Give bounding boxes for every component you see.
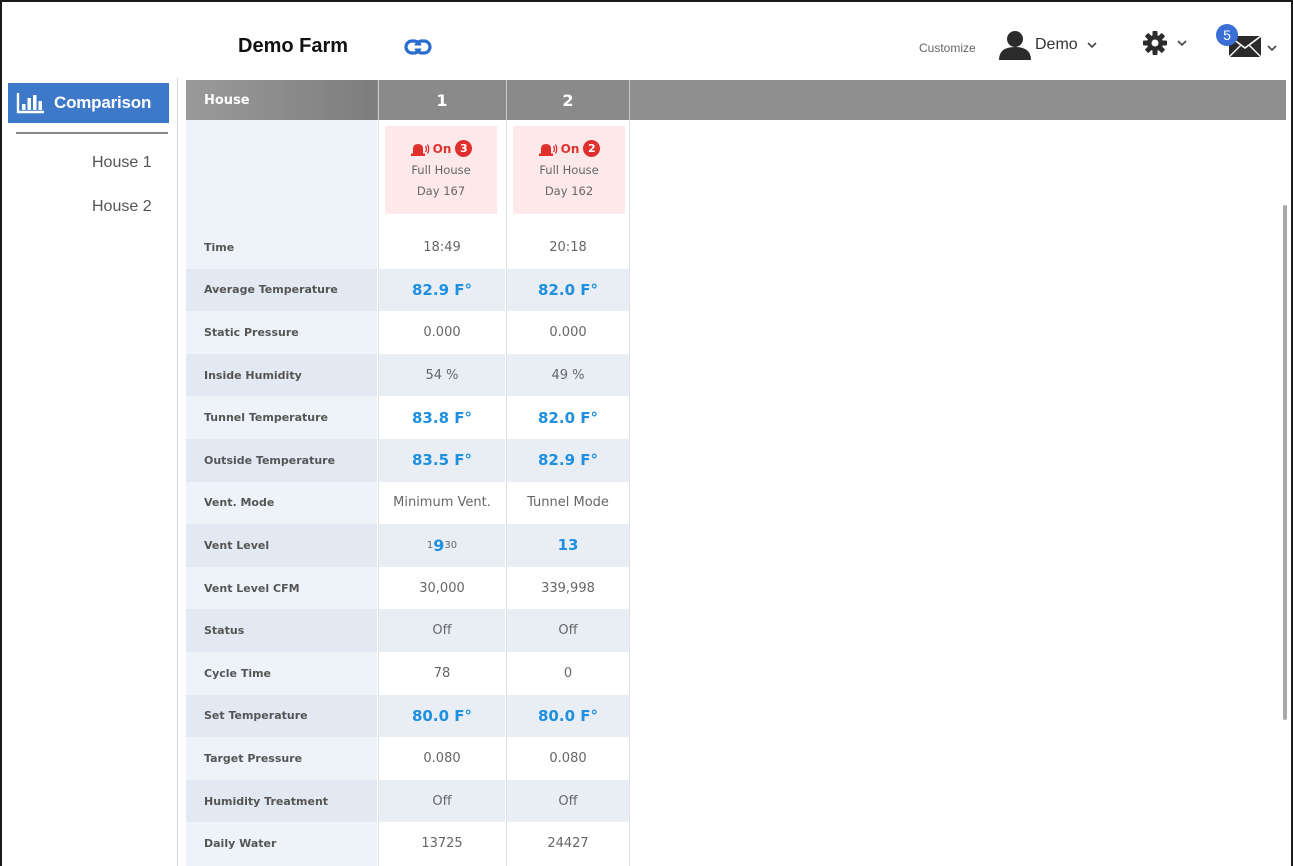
table-cell: Minimum Vent. [393, 495, 491, 511]
link-icon[interactable] [404, 38, 432, 56]
alarm-indicator: On 2 [513, 140, 625, 157]
table-cell: 30,000 [419, 580, 465, 596]
sidebar-item-house-2[interactable]: House 2 [92, 198, 152, 216]
row-label: Vent Level [186, 524, 377, 567]
growth-day: Day 162 [544, 184, 594, 198]
house-mode: Full House [539, 163, 599, 177]
app-frame: Demo Farm Customize Demo 5 Comparison Ho… [0, 0, 1293, 866]
table-cell: 83.8 F° [412, 408, 472, 427]
alarm-status: On [560, 141, 580, 156]
row-label: Inside Humidity [186, 353, 377, 397]
settings-menu[interactable] [1142, 30, 1188, 56]
row-label: Vent. Mode [204, 496, 275, 510]
customize-link[interactable]: Customize [919, 41, 976, 55]
column-header-house-1[interactable]: 1 [378, 80, 505, 120]
table-cell: 339,998 [541, 580, 595, 596]
table-cell: Tunnel Mode [527, 495, 609, 511]
table-cell: 80.0 F° [379, 694, 505, 738]
table-cell: 0.080 [549, 750, 587, 766]
table-cell: Off [379, 779, 505, 823]
chevron-down-icon [1267, 45, 1277, 52]
growth-day: Day 167 [416, 184, 466, 198]
table-cell: 1 9 30 [379, 524, 505, 567]
chevron-down-icon [1087, 42, 1097, 49]
sidebar-item-house-1[interactable]: House 1 [92, 154, 152, 172]
row-label: Set Temperature [186, 694, 377, 738]
table-cell: 78 [433, 665, 451, 681]
row-label: Daily Water [204, 837, 277, 851]
farm-title: Demo Farm [238, 35, 349, 57]
gear-icon [1143, 31, 1167, 55]
bar-chart-icon [16, 93, 44, 114]
alarm-siren-icon [410, 143, 430, 156]
table-cell: Off [379, 609, 505, 652]
top-bar: Demo Farm Customize Demo 5 [2, 2, 1291, 78]
comparison-table: House 1 2 Time Average Temperature Static … [186, 80, 1291, 866]
row-label: Target Pressure [204, 751, 303, 765]
table-cell: 82.0 F° [507, 268, 629, 312]
row-label: Vent Level CFM [204, 581, 300, 595]
user-icon [999, 31, 1031, 60]
row-label: Status [186, 609, 377, 652]
row-label: Outside Temperature [186, 439, 377, 482]
row-label: Tunnel Temperature [204, 411, 328, 425]
house-1-column: On 3 Full House Day 167 18:49 82.9 F° 0.00… [378, 120, 505, 866]
row-label: Static Pressure [204, 325, 299, 339]
vent-level-max: 30 [444, 539, 458, 551]
table-cell: 0 [563, 665, 573, 681]
table-cell: 82.9 F° [379, 268, 505, 312]
table-cell: 18:49 [423, 239, 461, 255]
alarm-indicator: On 3 [385, 140, 497, 157]
table-cell: Off [507, 779, 629, 823]
sidebar-item-comparison[interactable]: Comparison [8, 83, 169, 123]
messages-menu[interactable]: 5 [1216, 24, 1282, 60]
table-cell: 24427 [547, 836, 589, 852]
table-cell: 54 % [379, 353, 505, 397]
table-cell: 82.9 F° [507, 439, 629, 482]
house-status-card[interactable]: On 2 Full House Day 162 [513, 126, 625, 214]
vertical-scrollbar[interactable] [1283, 205, 1287, 720]
table-cell: Off [507, 609, 629, 652]
row-labels: Time Average Temperature Static Pressure In… [186, 120, 377, 866]
table-cell: 13 [507, 524, 629, 567]
table-cell: 0.000 [549, 324, 587, 340]
house-status-card[interactable]: On 3 Full House Day 167 [385, 126, 497, 214]
row-label: Average Temperature [186, 268, 377, 312]
row-label: Time [204, 240, 235, 254]
house-mode: Full House [411, 163, 471, 177]
row-label: Cycle Time [204, 666, 272, 680]
column-header-house-2[interactable]: 2 [506, 80, 630, 120]
table-cell: 13725 [421, 836, 463, 852]
house-2-column: On 2 Full House Day 162 20:18 82.0 F° 0.00… [506, 120, 630, 866]
table-cell: 0.000 [423, 324, 461, 340]
vent-level-current: 9 [433, 535, 445, 555]
sidebar-divider [16, 132, 168, 134]
alarm-siren-icon [538, 143, 558, 156]
sidebar-item-label: Comparison [54, 93, 152, 112]
user-name: Demo [1035, 36, 1078, 53]
table-cell: 0.080 [423, 750, 461, 766]
table-cell: 82.0 F° [538, 408, 598, 427]
alarm-count-badge: 3 [455, 140, 473, 157]
table-cell: 83.5 F° [379, 439, 505, 482]
message-count-badge: 5 [1216, 24, 1238, 46]
chevron-down-icon [1177, 40, 1187, 47]
table-cell: 49 % [507, 353, 629, 397]
column-header-house: House [186, 80, 377, 120]
alarm-status: On [432, 141, 452, 156]
sidebar: Comparison House 1 House 2 [2, 78, 178, 866]
table-cell: 20:18 [549, 239, 587, 255]
user-menu[interactable]: Demo [998, 30, 1098, 60]
table-cell: 80.0 F° [507, 694, 629, 738]
alarm-count-badge: 2 [583, 140, 601, 157]
row-label: Humidity Treatment [186, 779, 377, 823]
